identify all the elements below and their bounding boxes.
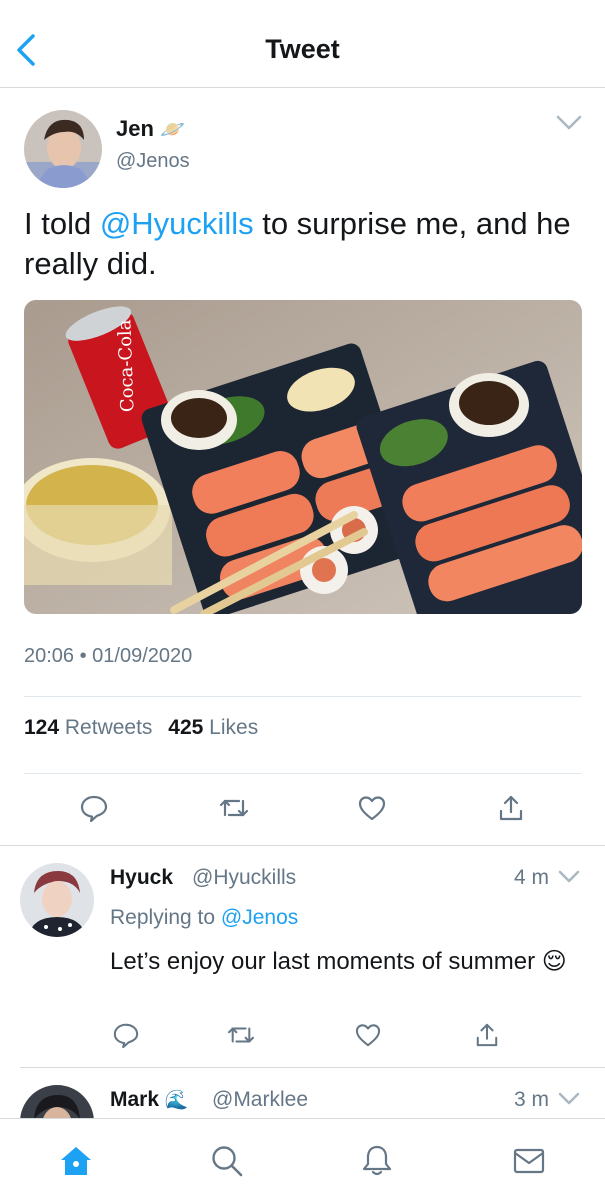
mail-icon [513, 1148, 545, 1174]
retweet-icon [227, 1027, 255, 1043]
chevron-down-icon [558, 870, 580, 883]
tweet-photo[interactable]: Coca-Cola [24, 300, 582, 614]
author-avatar[interactable] [24, 110, 102, 188]
tab-notifications[interactable] [357, 1141, 397, 1181]
share-button[interactable] [467, 1015, 507, 1055]
replying-to: Replying to @Jenos [110, 906, 299, 929]
planet-emoji: 🪐 [160, 119, 185, 141]
retweet-button[interactable] [214, 788, 254, 828]
share-icon [476, 1023, 498, 1047]
tweet-text: I told @Hyuckills to surprise me, and he… [24, 206, 571, 281]
chevron-down-icon [558, 1092, 580, 1105]
likes-stat[interactable]: 425 Likes [168, 716, 258, 739]
author-name[interactable]: Jen 🪐 [116, 116, 185, 142]
divider [0, 845, 605, 846]
reply-author-name[interactable]: Hyuck [110, 866, 173, 890]
tweet-stats: 124 Retweets 425 Likes [24, 716, 258, 740]
divider [24, 773, 581, 774]
reply-time: 4 m [514, 866, 550, 889]
heart-icon [358, 796, 386, 821]
tab-search[interactable] [207, 1141, 247, 1181]
reply-author-handle[interactable]: @Marklee [212, 1088, 308, 1112]
home-icon [61, 1147, 91, 1175]
reply-author-name[interactable]: Mark 🌊 [110, 1088, 189, 1112]
tab-messages[interactable] [509, 1141, 549, 1181]
reply-text: Let’s enjoy our last moments of summer 😌 [110, 948, 567, 975]
reply-avatar[interactable] [20, 863, 94, 937]
mention-link[interactable]: @Hyuckills [100, 206, 254, 241]
tweet-timestamp: 20:06 • 01/09/2020 [24, 645, 193, 667]
replying-to-mention[interactable]: @Jenos [221, 906, 298, 929]
divider [24, 696, 581, 697]
like-button[interactable] [352, 788, 392, 828]
retweets-stat[interactable]: 124 Retweets [24, 716, 152, 739]
retweet-icon [219, 799, 249, 817]
share-button[interactable] [491, 788, 531, 828]
reply-button[interactable] [106, 1015, 146, 1055]
reply-button[interactable] [74, 788, 114, 828]
bell-icon [362, 1145, 392, 1176]
page-title: Tweet [265, 34, 340, 64]
reply-options-button[interactable] [558, 869, 580, 890]
heart-icon [355, 1024, 381, 1047]
reply-icon [113, 1023, 139, 1048]
share-icon [499, 795, 523, 821]
like-button[interactable] [348, 1015, 388, 1055]
retweet-button[interactable] [221, 1015, 261, 1055]
wave-emoji: 🌊 [164, 1090, 189, 1111]
bottom-tab-bar [0, 1118, 605, 1200]
relieved-face-emoji: 😌 [541, 948, 567, 975]
top-nav-bar: Tweet [0, 0, 605, 88]
reply-time: 3 m [514, 1088, 550, 1111]
reply-options-button[interactable] [558, 1091, 580, 1112]
reply-icon [80, 795, 108, 822]
chevron-down-icon [556, 115, 582, 130]
author-handle[interactable]: @Jenos [116, 150, 190, 173]
search-icon [212, 1146, 243, 1177]
svg-text:Coca-Cola: Coca-Cola [114, 319, 138, 413]
reply-author-handle[interactable]: @Hyuckills [192, 866, 296, 890]
tab-home[interactable] [56, 1141, 96, 1181]
tweet-options-button[interactable] [556, 114, 582, 137]
divider [20, 1067, 605, 1068]
